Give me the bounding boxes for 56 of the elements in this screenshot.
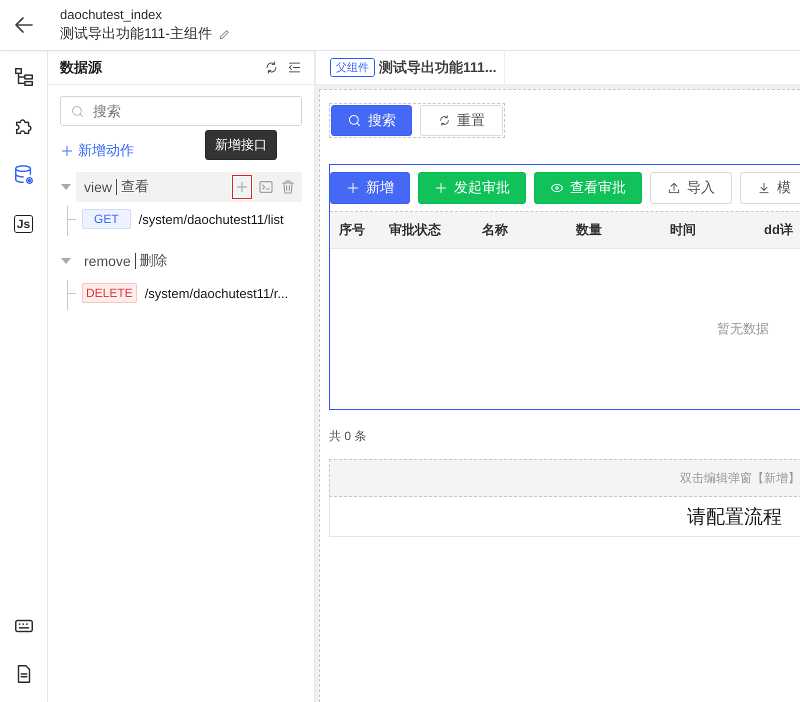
action-label: 删除 [138,252,169,270]
upload-icon [667,181,681,195]
total-count: 共 0 条 [329,428,368,445]
terminal-icon [258,179,274,195]
flow-hint: 请配置流程 [687,506,782,530]
add-api-button[interactable] [232,175,252,199]
collapse-icon [287,60,302,75]
app-name: daochutest_index [60,7,163,22]
plus-icon [346,181,360,195]
refresh-icon [438,114,451,127]
parent-badge: 父组件 [330,58,375,77]
column-header: 审批状态 [388,221,442,239]
column-header: 数量 [574,221,603,239]
action-item[interactable]: remove 删除 [76,246,302,276]
search-icon [70,104,85,119]
terminal-button[interactable] [258,179,274,195]
search-button[interactable]: 搜索 [331,105,412,136]
download-icon [757,181,771,195]
script-icon: Js [14,215,34,233]
delete-button[interactable] [280,179,296,195]
search-field[interactable]: 搜索 [60,96,302,126]
component-tab[interactable]: 父组件 测试导出功能111... [315,51,506,84]
toolbar-button[interactable]: 新增 [330,172,410,204]
method-tag: GET [82,209,131,229]
method-tag: DELETE [82,283,137,303]
toolbar-button[interactable]: 导入 [650,172,732,204]
action-label: 查看 [120,178,150,196]
panel-title: 数据源 [60,58,104,76]
collapse-button[interactable] [287,60,302,75]
add-action-link[interactable]: 新增动作 [60,142,134,160]
api-path: /system/daochutest11/r... [144,286,288,300]
search-icon [347,113,362,128]
refresh-button[interactable] [264,60,279,75]
column-header: dd详 [763,221,794,239]
rail-item[interactable]: Js [8,206,40,242]
page-title: 测试导出功能111-主组件 [60,25,212,43]
action-name: view [83,179,114,195]
plus-icon [235,180,249,194]
tree-icon [12,66,34,88]
plus-icon [434,181,448,195]
refresh-icon [264,60,279,75]
database-icon [12,164,34,186]
tooltip: 新增接口 [205,130,277,160]
column-header: 序号 [338,221,366,239]
empty-text: 暂无数据 [717,320,769,338]
eye-icon [550,181,564,195]
api-path: /system/daochutest11/list [138,212,284,226]
dialog-hint: 双击编辑弹窗【新增】 [680,470,800,486]
action-name: remove [83,253,132,269]
pencil-icon [218,28,231,40]
column-header: 时间 [669,221,697,239]
toolbar-button[interactable]: 模 [740,172,800,204]
reset-button[interactable]: 重置 [420,105,503,136]
column-header: 名称 [480,221,509,239]
trash-icon [280,179,296,195]
plus-icon [60,144,74,158]
